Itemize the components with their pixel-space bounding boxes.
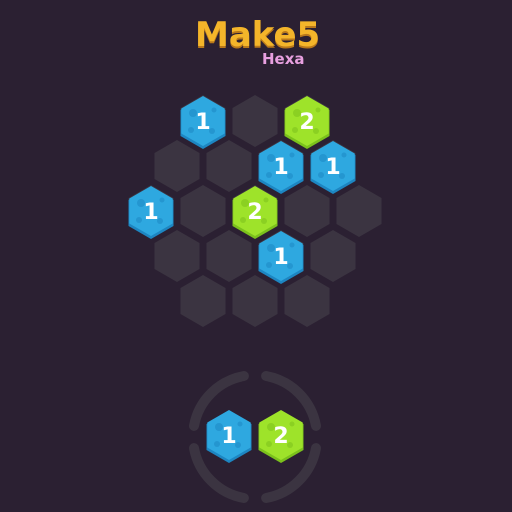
- hex-board: 1 21 11 21 12: [128, 95, 382, 503]
- tile-spot: [266, 262, 272, 268]
- tile-number: 1: [221, 424, 236, 449]
- tile-spot: [292, 127, 298, 133]
- tile-spot: [315, 107, 321, 113]
- tile-spot: [289, 152, 295, 158]
- board-tile: 1: [258, 141, 304, 194]
- tile-number: 2: [247, 200, 262, 225]
- tile-number: 1: [195, 110, 210, 135]
- tile-number: 1: [273, 155, 288, 180]
- empty-hex-cell[interactable]: [284, 275, 330, 327]
- empty-hex-cell[interactable]: [206, 230, 252, 282]
- tile-spot: [318, 172, 324, 178]
- empty-hex-cell[interactable]: [180, 185, 226, 237]
- board-tile: 2: [284, 96, 330, 149]
- tile-spot: [188, 127, 194, 133]
- board-tile: 1: [128, 186, 174, 239]
- tile-spot: [266, 441, 272, 447]
- tile-spot: [341, 152, 347, 158]
- board-tile: 1: [258, 231, 304, 284]
- tile-spot: [289, 242, 295, 248]
- tray-tile: 1: [206, 410, 252, 463]
- tile-number: 1: [143, 200, 158, 225]
- tile-number: 2: [273, 424, 288, 449]
- tile-spot: [214, 441, 220, 447]
- tile-spot: [211, 107, 217, 113]
- tile-spot: [289, 421, 295, 427]
- empty-hex-cell[interactable]: [180, 275, 226, 327]
- tile-number: 2: [299, 110, 314, 135]
- tile-spot: [237, 421, 243, 427]
- tray-piece[interactable]: 12: [206, 410, 304, 463]
- empty-hex-cell[interactable]: [310, 230, 356, 282]
- empty-hex-cell[interactable]: [284, 185, 330, 237]
- tile-spot: [263, 197, 269, 203]
- tray-tile: 2: [258, 410, 304, 463]
- empty-hex-cell[interactable]: [154, 140, 200, 192]
- tile-number: 1: [325, 155, 340, 180]
- empty-hex-cell[interactable]: [232, 95, 278, 147]
- empty-hex-cell[interactable]: [206, 140, 252, 192]
- tile-spot: [136, 217, 142, 223]
- tile-number: 1: [273, 245, 288, 270]
- board-tile: 1: [310, 141, 356, 194]
- board-tile: 2: [232, 186, 278, 239]
- board-tile: 1: [180, 96, 226, 149]
- empty-hex-cell[interactable]: [232, 275, 278, 327]
- empty-hex-cell[interactable]: [154, 230, 200, 282]
- tile-spot: [159, 197, 165, 203]
- tile-spot: [240, 217, 246, 223]
- tile-spot: [266, 172, 272, 178]
- empty-hex-cell[interactable]: [336, 185, 382, 237]
